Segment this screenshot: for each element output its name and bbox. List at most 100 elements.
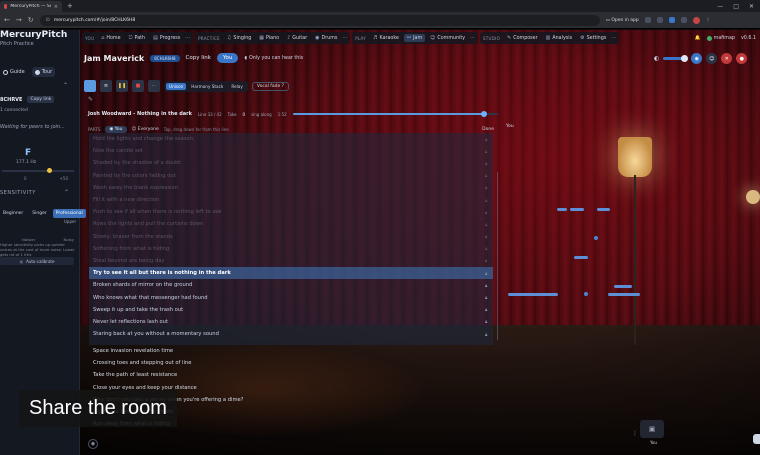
nav-item-drums[interactable]: ◉ Drums <box>312 34 340 42</box>
part-assign-icon[interactable]: ♟ <box>484 258 488 263</box>
lyric-line[interactable]: Softening from what is hiding ♟ <box>89 243 493 255</box>
part-assign-icon[interactable]: ♟ <box>484 332 488 337</box>
leave-button[interactable]: ✕ <box>721 53 733 64</box>
forward-arrow-icon[interactable]: → <box>16 16 22 24</box>
lyric-line-current[interactable]: Try to see it all but there is nothing i… <box>89 267 493 280</box>
lyric-line[interactable]: Now the candle set ♟ <box>89 145 493 157</box>
nav-item-singing[interactable]: ♫ Singing <box>224 34 254 42</box>
lyric-line[interactable]: Painted by the colors fading out ♟ <box>89 170 493 182</box>
bottom-mic-button[interactable]: ◉ <box>88 439 98 449</box>
reload-icon[interactable]: ↻ <box>28 16 34 24</box>
lyrics-scrollbar[interactable] <box>497 172 498 340</box>
part-assign-icon[interactable]: ♟ <box>484 210 488 215</box>
part-assign-icon[interactable]: ♟ <box>484 246 488 251</box>
lyric-line[interactable]: Rows the lights and pull the curtains do… <box>89 218 493 230</box>
song-progress-knob[interactable] <box>480 111 487 117</box>
monitor-toggle[interactable]: ◖ Only you can hear this <box>244 56 303 61</box>
part-assign-icon[interactable]: ♟ <box>484 307 488 312</box>
notifications-icon[interactable]: 🔔 <box>695 36 701 41</box>
part-assign-icon[interactable]: ♟ <box>484 295 488 300</box>
lyric-line[interactable]: Hold the lights and change the season ♟ <box>89 133 493 145</box>
nav-more-button[interactable]: ··· <box>470 35 475 41</box>
extension-icon[interactable] <box>644 17 651 23</box>
copy-link-button[interactable]: Copy link <box>186 55 211 61</box>
wrench-icon[interactable]: ✎ <box>88 96 93 103</box>
close-window-button[interactable]: ✕ <box>749 3 754 10</box>
record-button[interactable]: ● <box>736 53 748 64</box>
user-button[interactable]: ☺ <box>706 53 718 64</box>
nav-item-settings[interactable]: ⚙ Settings <box>577 34 609 42</box>
part-assign-icon[interactable]: ♟ <box>484 137 488 142</box>
extension-icon[interactable] <box>656 17 663 23</box>
lyric-line[interactable]: Never let reflections lash out ♟ <box>89 316 493 328</box>
you-toggle[interactable]: You <box>216 53 239 63</box>
part-assign-icon[interactable]: ♟ <box>484 319 488 324</box>
part-assign-icon[interactable]: ♟ <box>484 198 488 203</box>
extension-icon[interactable] <box>680 17 687 23</box>
tab-close-icon[interactable]: × <box>54 4 58 10</box>
stop-button[interactable]: ■ <box>132 80 144 92</box>
drag-handle-icon[interactable]: ⋮ <box>632 430 638 437</box>
parts-you-button[interactable]: ◉ You <box>105 126 127 133</box>
lyric-line[interactable]: Broken shards of mirror on the ground ♟ <box>89 279 493 291</box>
lyric-line[interactable]: Who knows what that messenger had found ♟ <box>89 291 493 303</box>
lyric-line[interactable]: Staring back at you without a momentary … <box>89 328 493 340</box>
nav-item-guitar[interactable]: ♪ Guitar <box>284 34 310 42</box>
done-button[interactable]: Done <box>482 127 494 132</box>
parts-everyone-button[interactable]: ☺ Everyone <box>132 127 159 132</box>
vocal-fade-button[interactable]: Vocal fade ? <box>251 81 290 91</box>
nav-more-button[interactable]: ··· <box>185 35 190 41</box>
volume-slider[interactable] <box>663 55 689 62</box>
playlist-button[interactable]: ≡ <box>100 80 112 92</box>
maximize-button[interactable]: □ <box>733 3 739 10</box>
minimize-button[interactable]: — <box>717 3 723 10</box>
nav-more-button[interactable]: ··· <box>342 35 347 41</box>
self-video-tile[interactable]: ▣ <box>640 420 664 438</box>
side-panel-tab-icon[interactable] <box>753 434 760 444</box>
room-code-badge[interactable]: 8CHLK6H8 <box>150 54 180 62</box>
lyric-line[interactable]: Take the path of least resistance <box>89 369 493 381</box>
part-assign-icon[interactable]: ♟ <box>484 222 488 227</box>
nav-item-piano[interactable]: ▦ Piano <box>256 34 282 42</box>
back-arrow-icon[interactable]: ← <box>4 16 10 24</box>
mode-unison[interactable]: Unison <box>166 82 187 90</box>
extension-icon[interactable] <box>668 17 675 23</box>
auto-calibrate-button[interactable]: ◎ Auto-calibrate <box>0 257 74 265</box>
sens-option-singer[interactable]: Singer <box>29 209 49 218</box>
nav-more-button[interactable]: ··· <box>611 35 616 41</box>
theme-icon[interactable]: ◐ <box>654 55 659 62</box>
part-assign-icon[interactable]: ♟ <box>484 161 488 166</box>
lyric-line[interactable]: Wash away the blank expression ♟ <box>89 182 493 194</box>
jam-mode-button[interactable] <box>84 80 96 92</box>
lyric-line[interactable]: Crossing toes and stepping out of line <box>89 357 493 369</box>
part-assign-icon[interactable]: ♟ <box>484 149 488 154</box>
part-assign-icon[interactable]: ♟ <box>484 271 488 276</box>
copy-code-button[interactable]: Copy link <box>27 96 55 103</box>
part-assign-icon[interactable]: ♟ <box>484 234 488 239</box>
user-menu[interactable]: mafimap <box>706 35 735 41</box>
tab-tour[interactable]: Tour <box>31 67 56 77</box>
chevron-up-icon[interactable]: ⌃ <box>64 189 69 196</box>
lyric-line[interactable]: Steal beyond are being day ♟ <box>89 255 493 267</box>
nav-item-progress[interactable]: ▤ Progress <box>150 34 183 42</box>
open-in-app-button[interactable]: ▭ Open in app <box>606 18 639 23</box>
mode-relay[interactable]: Relay <box>228 83 246 90</box>
nav-item-path[interactable]: ⎋ Path <box>126 34 149 42</box>
nav-item-home[interactable]: ⌂ Home <box>98 34 123 42</box>
lyric-line[interactable]: Fill it with a new direction ♟ <box>89 194 493 206</box>
profile-avatar[interactable] <box>692 16 700 24</box>
new-tab-button[interactable]: + <box>67 2 73 10</box>
sens-option-professional[interactable]: Professional <box>52 209 86 218</box>
browser-menu-icon[interactable]: ⋮ <box>706 18 711 23</box>
nav-item-community[interactable]: ☺ Community <box>427 34 468 42</box>
url-field[interactable]: ⊙ mercurypitch.com/#/join/8CHLK6H8 <box>39 14 600 26</box>
nav-item-karaoke[interactable]: ♬ Karaoke <box>370 34 402 42</box>
tab-guide[interactable]: Guide <box>0 67 28 77</box>
pause-button[interactable]: ❚❚ <box>116 80 128 92</box>
lyric-line[interactable]: Slowly, braver from the stands ♟ <box>89 231 493 243</box>
lyric-line[interactable]: Space invasion revelation time <box>89 345 493 357</box>
mic-button[interactable]: ◉ <box>691 53 703 64</box>
part-assign-icon[interactable]: ♟ <box>484 283 488 288</box>
chevron-up-icon[interactable]: ⌃ <box>63 82 68 89</box>
nav-item-jam[interactable]: ⚯ Jam <box>403 34 426 42</box>
